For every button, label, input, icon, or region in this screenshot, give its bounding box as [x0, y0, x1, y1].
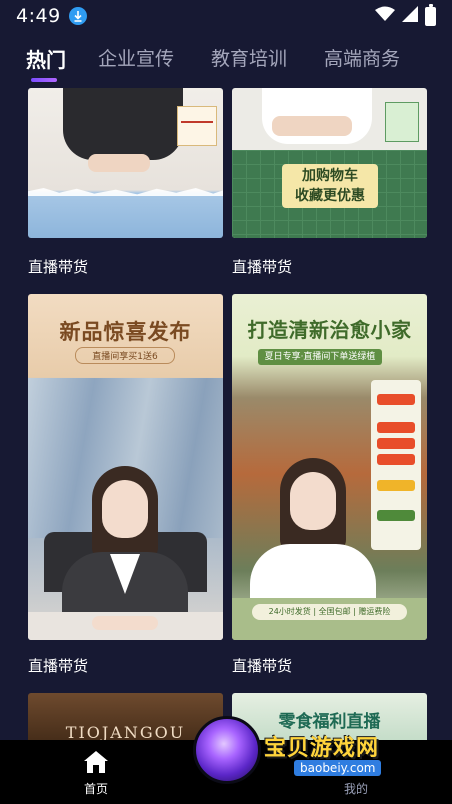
promo-sign — [385, 102, 419, 142]
template-grid: 直播带货 加购物车 收藏更优惠 直播带货 新品惊喜发布 直播间享买1送6 直播带… — [0, 88, 452, 740]
price-tag — [377, 438, 415, 449]
card-overlay-title: 新品惊喜发布 — [59, 319, 192, 344]
template-card[interactable]: 加购物车 收藏更优惠 — [232, 88, 427, 238]
tab-hot[interactable]: 热门 — [26, 44, 66, 73]
promo-sign — [177, 106, 217, 146]
card-overlay-footer: 24小时发货 | 全国包邮 | 赠运费险 — [252, 604, 407, 620]
nav-home[interactable]: 首页 — [68, 750, 124, 797]
presenter-hands — [272, 116, 352, 136]
card-overlay-title: TIOJANGOU — [65, 723, 186, 740]
tab-corporate[interactable]: 企业宣传 — [98, 44, 174, 71]
wifi-icon — [375, 6, 395, 26]
card-overlay-subtitle: 直播间享买1送6 — [75, 347, 175, 364]
card-label: 直播带货 — [232, 258, 293, 276]
watermark: 宝贝游戏网 baobeiy.com — [264, 730, 424, 782]
card-overlay-subtitle: 夏日专享·直播间下单送绿植 — [258, 349, 382, 365]
nav-mine[interactable]: 我的 — [344, 780, 368, 797]
card-overlay-title: 打造清新治愈小家 — [247, 318, 412, 342]
price-tag — [377, 394, 415, 405]
template-card[interactable]: 打造清新治愈小家 夏日专享·直播间下单送绿植 24小时发货 | 全国包邮 | 赠… — [232, 294, 427, 640]
presenter-hands — [88, 154, 150, 172]
card-overlay-title: 零食福利直播 — [278, 712, 381, 732]
price-tag — [377, 454, 415, 465]
category-tabs: 热门 企业宣传 教育培训 高端商务 — [0, 40, 452, 86]
price-panel — [371, 380, 421, 550]
presenter-figure — [63, 88, 183, 160]
watermark-text: 宝贝游戏网 — [264, 736, 380, 761]
watermark-url: baobeiy.com — [294, 760, 382, 776]
signal-icon — [402, 6, 418, 26]
battery-icon — [425, 3, 436, 26]
card-label: 直播带货 — [28, 258, 89, 276]
home-icon — [83, 751, 109, 778]
template-card[interactable]: 新品惊喜发布 直播间享买1送6 — [28, 294, 223, 640]
presenter-face — [102, 480, 148, 538]
price-tag — [377, 422, 415, 433]
card-label: 直播带货 — [28, 657, 89, 675]
cart-banner: 加购物车 收藏更优惠 — [282, 164, 378, 208]
presenter-face — [290, 472, 336, 530]
tab-active-indicator — [31, 78, 57, 82]
create-button[interactable] — [193, 716, 261, 784]
template-card[interactable]: TIOJANGOU — [28, 693, 223, 740]
download-icon — [68, 7, 87, 25]
nav-home-label: 首页 — [83, 782, 108, 796]
price-tag — [377, 480, 415, 491]
tab-business[interactable]: 高端商务 — [324, 44, 400, 71]
presenter-hands — [92, 616, 158, 630]
card-label: 直播带货 — [232, 657, 293, 675]
price-tag — [377, 510, 415, 521]
status-time: 4:49 — [16, 5, 61, 27]
tab-education[interactable]: 教育培训 — [211, 44, 287, 71]
template-card[interactable] — [28, 88, 223, 238]
torn-paper-edge — [28, 188, 223, 196]
status-bar: 4:49 — [0, 0, 452, 32]
